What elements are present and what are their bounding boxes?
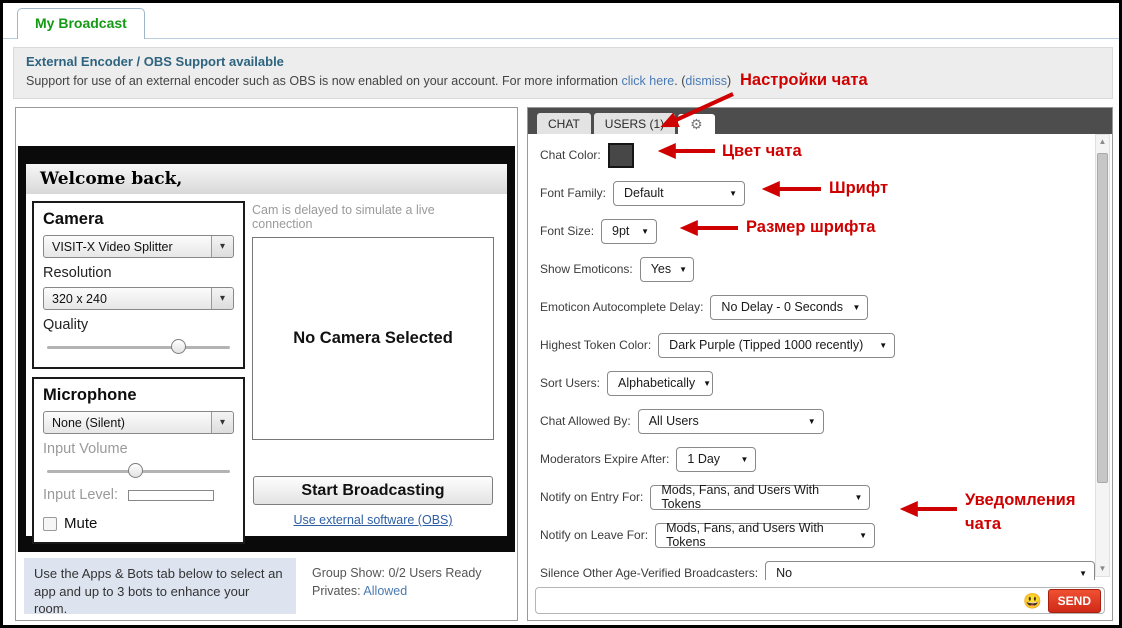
notify-leave-select[interactable]: Mods, Fans, and Users With Tokens▼ <box>655 523 875 548</box>
caret-down-icon: ▼ <box>703 379 711 388</box>
chat-panel: CHAT USERS (1) ⚙ Chat Color: Font Family… <box>527 107 1113 621</box>
send-button[interactable]: SEND <box>1048 589 1101 613</box>
show-status-block: Group Show: 0/2 Users Ready Privates: Al… <box>312 558 482 614</box>
microphone-title: Microphone <box>43 386 234 405</box>
scroll-up-icon[interactable]: ▲ <box>1096 135 1109 149</box>
cam-delay-note: Cam is delayed to simulate a live connec… <box>252 203 494 231</box>
app-window: My Broadcast External Encoder / OBS Supp… <box>0 0 1122 628</box>
chat-message-input[interactable] <box>544 590 1023 612</box>
camera-select[interactable]: VISIT-X Video Splitter ▾ <box>43 235 234 258</box>
chat-input-row: 😃 SEND <box>535 587 1105 614</box>
use-external-software-link[interactable]: Use external software (OBS) <box>293 513 452 527</box>
banner-body: Support for use of an external encoder s… <box>26 74 1100 88</box>
start-broadcasting-button[interactable]: Start Broadcasting <box>253 476 493 505</box>
setting-row-silence-broadcasters: Silence Other Age-Verified Broadcasters:… <box>540 560 1095 580</box>
dropdown-arrow-icon: ▾ <box>211 412 233 433</box>
privates-allowed-link[interactable]: Allowed <box>363 584 407 598</box>
caret-down-icon: ▼ <box>729 189 737 198</box>
setting-row-emoticon-delay: Emoticon Autocomplete Delay: No Delay - … <box>540 294 1095 320</box>
caret-down-icon: ▼ <box>854 493 862 502</box>
dismiss-link[interactable]: dismiss <box>685 74 727 88</box>
tab-chat-settings[interactable]: ⚙ <box>678 114 715 134</box>
annotation-font: Шрифт <box>829 179 888 198</box>
caret-down-icon: ▼ <box>859 531 867 540</box>
tab-my-broadcast[interactable]: My Broadcast <box>17 8 145 39</box>
input-level-meter <box>128 490 214 501</box>
highest-token-color-select[interactable]: Dark Purple (Tipped 1000 recently)▼ <box>658 333 895 358</box>
setting-row-font-family: Font Family: Default▼ <box>540 180 1095 206</box>
tab-chat[interactable]: CHAT <box>537 113 591 134</box>
chat-color-swatch[interactable] <box>608 143 634 168</box>
font-family-select[interactable]: Default▼ <box>613 181 745 206</box>
broadcast-panel: Welcome back, Camera VISIT-X Video Split… <box>15 107 518 621</box>
setting-row-highest-token-color: Highest Token Color: Dark Purple (Tipped… <box>540 332 1095 358</box>
settings-scrollbar[interactable]: ▲ ▼ <box>1095 134 1110 577</box>
caret-down-icon: ▼ <box>808 417 816 426</box>
annotation-font-size: Размер шрифта <box>746 218 875 237</box>
input-volume-slider[interactable] <box>47 463 230 479</box>
dropdown-arrow-icon: ▾ <box>211 288 233 309</box>
chat-tab-bar: CHAT USERS (1) ⚙ <box>528 108 1112 134</box>
scroll-down-icon[interactable]: ▼ <box>1096 562 1109 576</box>
chat-allowed-by-select[interactable]: All Users▼ <box>638 409 824 434</box>
annotation-chat-notifications: Уведомления чата <box>965 489 1075 537</box>
scrollbar-thumb[interactable] <box>1097 153 1108 483</box>
setting-row-chat-allowed-by: Chat Allowed By: All Users▼ <box>540 408 1095 434</box>
caret-down-icon: ▼ <box>679 265 687 274</box>
setting-row-moderators-expire: Moderators Expire After: 1 Day▼ <box>540 446 1095 472</box>
annotation-chat-settings: Настройки чата <box>740 71 868 90</box>
group-show-value: 0/2 Users Ready <box>388 566 481 580</box>
obs-support-banner: External Encoder / OBS Support available… <box>13 47 1113 99</box>
gear-icon: ⚙ <box>690 116 703 132</box>
microphone-group: Microphone None (Silent) ▾ Input Volume … <box>32 377 245 544</box>
apps-bots-note: Use the Apps & Bots tab below to select … <box>24 558 296 614</box>
banner-title: External Encoder / OBS Support available <box>26 54 1100 69</box>
quality-slider-thumb[interactable] <box>171 339 186 354</box>
microphone-select[interactable]: None (Silent) ▾ <box>43 411 234 434</box>
resolution-select[interactable]: 320 x 240 ▾ <box>43 287 234 310</box>
moderators-expire-select[interactable]: 1 Day▼ <box>676 447 756 472</box>
mute-label: Mute <box>64 515 97 532</box>
input-level-label: Input Level: <box>43 487 118 503</box>
dropdown-arrow-icon: ▾ <box>211 236 233 257</box>
camera-group: Camera VISIT-X Video Splitter ▾ Resoluti… <box>32 201 245 369</box>
camera-title: Camera <box>43 210 234 229</box>
caret-down-icon: ▼ <box>853 303 861 312</box>
quality-label: Quality <box>43 317 234 333</box>
privates-label: Privates: <box>312 584 363 598</box>
silence-broadcasters-select[interactable]: No▼ <box>765 561 1095 581</box>
mute-checkbox[interactable] <box>43 517 57 531</box>
caret-down-icon: ▼ <box>1079 569 1087 578</box>
notify-entry-select[interactable]: Mods, Fans, and Users With Tokens▼ <box>650 485 870 510</box>
resolution-label: Resolution <box>43 265 234 281</box>
tab-users[interactable]: USERS (1) <box>594 113 675 134</box>
setting-row-chat-color: Chat Color: <box>540 142 1095 168</box>
emoticon-delay-select[interactable]: No Delay - 0 Seconds▼ <box>710 295 868 320</box>
quality-slider[interactable] <box>47 339 230 355</box>
input-volume-slider-thumb[interactable] <box>128 463 143 478</box>
setting-row-show-emoticons: Show Emoticons: Yes▼ <box>540 256 1095 282</box>
welcome-banner: Welcome back, <box>26 164 507 194</box>
emoticon-icon[interactable]: 😃 <box>1023 592 1042 610</box>
font-size-select[interactable]: 9pt▼ <box>601 219 657 244</box>
caret-down-icon: ▼ <box>879 341 887 350</box>
setting-row-sort-users: Sort Users: Alphabetically▼ <box>540 370 1095 396</box>
sort-users-select[interactable]: Alphabetically▼ <box>607 371 713 396</box>
group-show-label: Group Show: <box>312 566 388 580</box>
broadcast-frame: Welcome back, Camera VISIT-X Video Split… <box>18 146 515 552</box>
caret-down-icon: ▼ <box>740 455 748 464</box>
caret-down-icon: ▼ <box>641 227 649 236</box>
top-tab-bar: My Broadcast <box>3 3 1119 39</box>
input-volume-label: Input Volume <box>43 441 234 457</box>
annotation-chat-color: Цвет чата <box>722 142 802 161</box>
show-emoticons-select[interactable]: Yes▼ <box>640 257 694 282</box>
camera-preview: No Camera Selected <box>252 237 494 440</box>
click-here-link[interactable]: click here <box>621 74 674 88</box>
